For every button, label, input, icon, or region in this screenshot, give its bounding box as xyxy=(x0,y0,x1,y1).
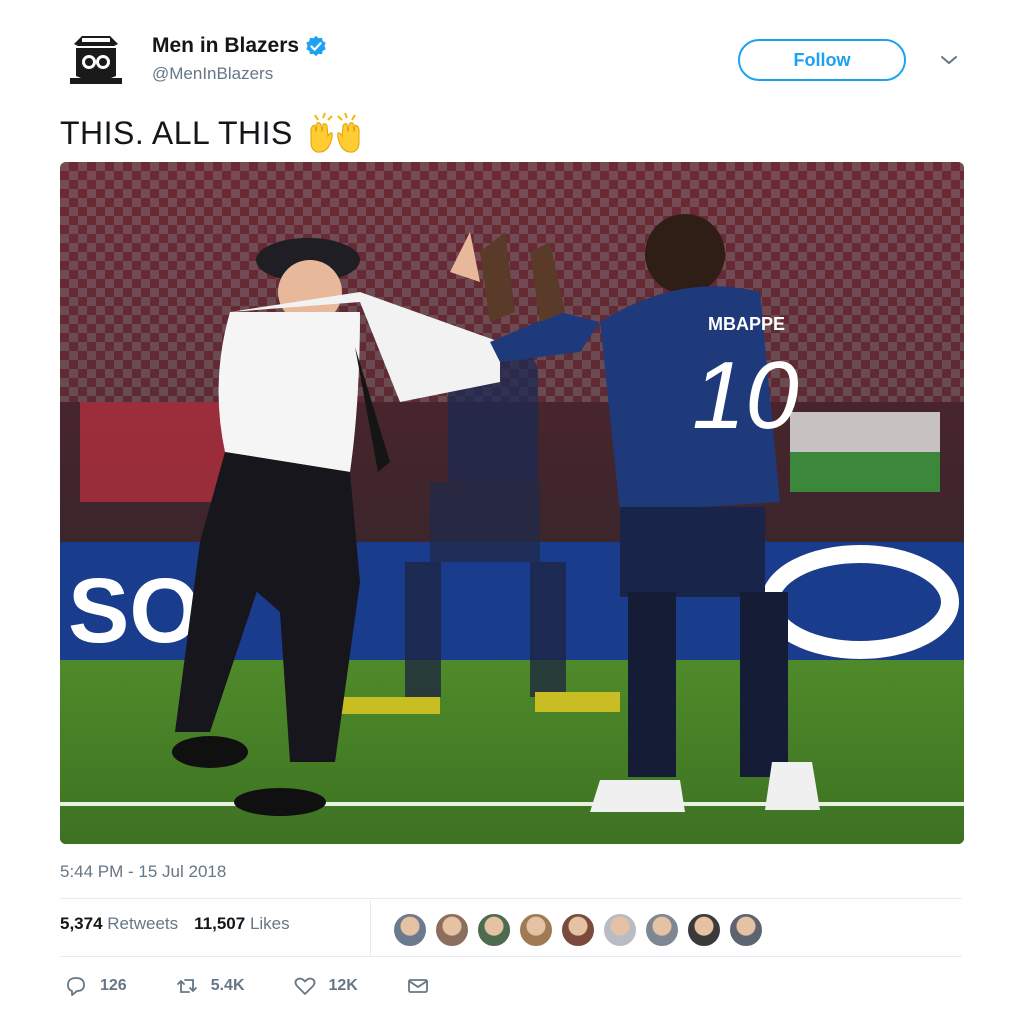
retweets-count: 5,374 xyxy=(60,914,103,933)
likes-count: 11,507 xyxy=(194,914,246,933)
reply-count: 126 xyxy=(100,977,127,994)
divider xyxy=(370,900,371,956)
retweets-stat[interactable]: 5,374 Retweets xyxy=(60,914,178,934)
liker-avatar[interactable] xyxy=(686,912,722,948)
divider xyxy=(60,956,962,957)
tweet-text: THIS. ALL THIS xyxy=(60,112,363,154)
tweet-media-photo[interactable]: SOI MBAPPE 10 xyxy=(60,162,964,844)
likes-stat[interactable]: 11,507 Likes xyxy=(194,914,289,934)
reply-icon xyxy=(67,977,85,996)
account-handle[interactable]: @MenInBlazers xyxy=(152,64,273,84)
tweet-timestamp[interactable]: 5:44 PM - 15 Jul 2018 xyxy=(60,862,226,882)
liker-avatar[interactable] xyxy=(602,912,638,948)
raising-hands-emoji-icon xyxy=(310,112,360,153)
envelope-icon xyxy=(407,979,428,993)
chevron-down-icon[interactable] xyxy=(938,52,960,68)
retweets-label: Retweets xyxy=(107,914,179,933)
liker-avatar[interactable] xyxy=(392,912,428,948)
liker-avatar[interactable] xyxy=(518,912,554,948)
svg-text:MBAPPE: MBAPPE xyxy=(708,314,785,334)
account-name-text[interactable]: Men in Blazers xyxy=(152,34,299,58)
liker-avatars xyxy=(392,912,764,948)
retweet-button[interactable]: 5.4K xyxy=(175,974,245,998)
heart-icon xyxy=(294,977,315,995)
follow-button[interactable]: Follow xyxy=(738,39,906,81)
direct-message-button[interactable] xyxy=(406,974,430,998)
liker-avatar[interactable] xyxy=(476,912,512,948)
verified-badge-icon xyxy=(306,35,326,57)
tweet-text-content: THIS. ALL THIS xyxy=(60,114,293,151)
liker-avatar[interactable] xyxy=(560,912,596,948)
account-avatar[interactable] xyxy=(62,30,130,90)
like-button[interactable]: 12K xyxy=(293,974,358,998)
jersey-name-label: MBAPPE xyxy=(708,314,785,334)
account-name[interactable]: Men in Blazers xyxy=(152,34,327,58)
likes-label: Likes xyxy=(249,914,290,933)
liker-avatar[interactable] xyxy=(644,912,680,948)
tweet-actions: 126 5.4K 12K xyxy=(64,974,478,998)
liker-avatar[interactable] xyxy=(434,912,470,948)
like-count: 12K xyxy=(328,977,358,994)
tweet-stats: 5,374 Retweets 11,507 Likes xyxy=(60,914,290,934)
liker-avatar[interactable] xyxy=(728,912,764,948)
retweet-icon xyxy=(176,979,197,993)
divider xyxy=(60,898,962,899)
reply-button[interactable]: 126 xyxy=(64,974,127,998)
jersey-number-label: 10 xyxy=(692,342,799,449)
svg-text:10: 10 xyxy=(692,342,799,449)
retweet-count: 5.4K xyxy=(210,977,245,994)
